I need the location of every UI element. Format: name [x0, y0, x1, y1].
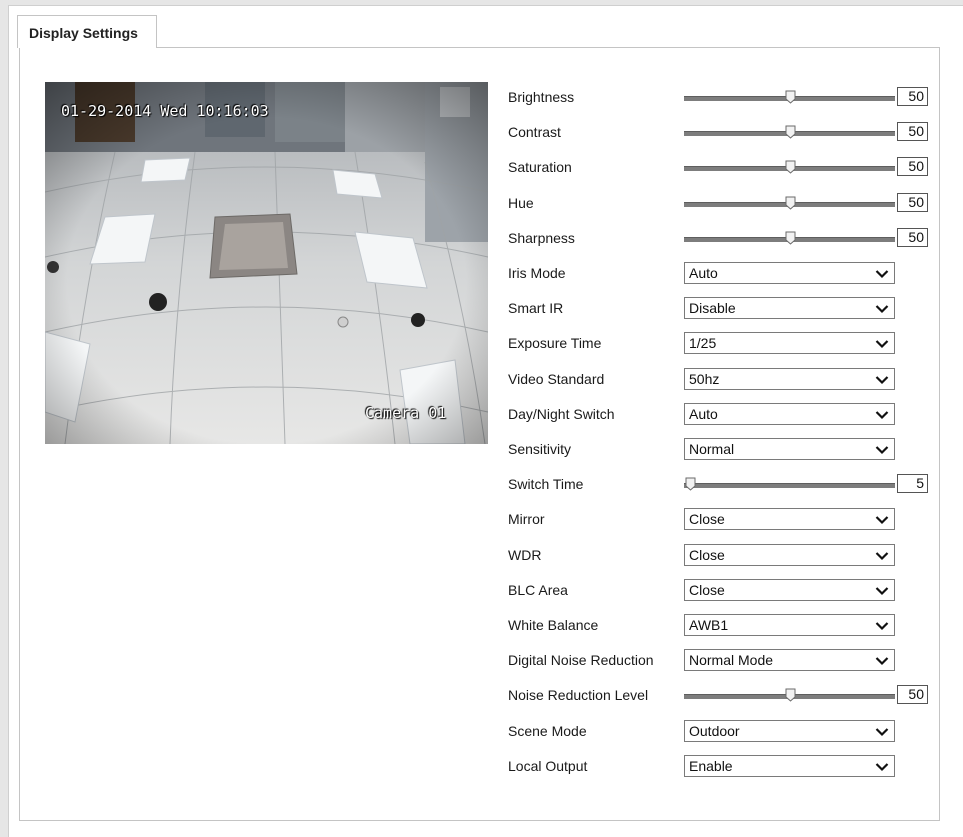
osd-camera-name: Camera 01	[365, 404, 447, 422]
switch-time-value-input[interactable]: 5	[897, 474, 928, 493]
digital-noise-reduction-select[interactable]: Normal Mode	[684, 649, 895, 671]
mirror-label: Mirror	[508, 511, 545, 527]
chevron-down-icon[interactable]	[875, 586, 889, 596]
white-balance-selected-value: AWB1	[689, 617, 729, 633]
scene-mode-select[interactable]: Outdoor	[684, 720, 895, 742]
noise-reduction-level-slider-thumb[interactable]	[785, 688, 796, 702]
switch-time-slider-thumb[interactable]	[685, 477, 696, 491]
chevron-down-icon[interactable]	[875, 410, 889, 420]
wdr-label: WDR	[508, 547, 542, 563]
switch-time-slider-track[interactable]	[684, 483, 895, 488]
chevron-down-icon[interactable]	[875, 762, 889, 772]
brightness-value-input[interactable]: 50	[897, 87, 928, 106]
mirror-select[interactable]: Close	[684, 508, 895, 530]
smart-ir-selected-value: Disable	[689, 300, 736, 316]
saturation-slider[interactable]: 50	[684, 156, 936, 180]
chevron-down-icon[interactable]	[875, 727, 889, 737]
switch-time-label: Switch Time	[508, 476, 584, 492]
noise-reduction-level-label: Noise Reduction Level	[508, 687, 649, 703]
chevron-down-icon[interactable]	[875, 375, 889, 385]
saturation-value-input[interactable]: 50	[897, 157, 928, 176]
day-night-switch-label: Day/Night Switch	[508, 406, 615, 422]
switch-time-slider[interactable]: 5	[684, 473, 936, 497]
local-output-label: Local Output	[508, 758, 588, 774]
chevron-down-icon[interactable]	[875, 515, 889, 525]
white-balance-label: White Balance	[508, 617, 599, 633]
chevron-down-icon[interactable]	[875, 445, 889, 455]
sensitivity-select[interactable]: Normal	[684, 438, 895, 460]
exposure-time-label: Exposure Time	[508, 335, 602, 351]
sharpness-slider[interactable]: 50	[684, 227, 936, 251]
wdr-select[interactable]: Close	[684, 544, 895, 566]
white-balance-select[interactable]: AWB1	[684, 614, 895, 636]
blc-area-label: BLC Area	[508, 582, 568, 598]
hue-slider-thumb[interactable]	[785, 196, 796, 210]
day-night-switch-select[interactable]: Auto	[684, 403, 895, 425]
chevron-down-icon[interactable]	[875, 269, 889, 279]
camera-preview: 01-29-2014 Wed 10:16:03 Camera 01	[45, 82, 488, 444]
osd-datetime: 01-29-2014 Wed 10:16:03	[61, 102, 269, 120]
local-output-select[interactable]: Enable	[684, 755, 895, 777]
wdr-selected-value: Close	[689, 547, 725, 563]
exposure-time-select[interactable]: 1/25	[684, 332, 895, 354]
sensitivity-label: Sensitivity	[508, 441, 572, 457]
sharpness-label: Sharpness	[508, 230, 575, 246]
hue-slider[interactable]: 50	[684, 192, 936, 216]
blc-area-selected-value: Close	[689, 582, 725, 598]
scene-mode-label: Scene Mode	[508, 723, 587, 739]
sharpness-slider-thumb[interactable]	[785, 231, 796, 245]
tab-display-settings[interactable]: Display Settings	[17, 15, 157, 48]
video-standard-select[interactable]: 50hz	[684, 368, 895, 390]
digital-noise-reduction-label: Digital Noise Reduction	[508, 652, 654, 668]
smart-ir-label: Smart IR	[508, 300, 564, 316]
brightness-slider[interactable]: 50	[684, 86, 936, 110]
smart-ir-select[interactable]: Disable	[684, 297, 895, 319]
camera-image	[45, 82, 488, 444]
blc-area-select[interactable]: Close	[684, 579, 895, 601]
contrast-slider-thumb[interactable]	[785, 125, 796, 139]
video-standard-label: Video Standard	[508, 371, 605, 387]
noise-reduction-level-slider[interactable]: 50	[684, 684, 936, 708]
local-output-selected-value: Enable	[689, 758, 733, 774]
chevron-down-icon[interactable]	[875, 551, 889, 561]
chevron-down-icon[interactable]	[875, 304, 889, 314]
iris-mode-select[interactable]: Auto	[684, 262, 895, 284]
contrast-slider[interactable]: 50	[684, 121, 936, 145]
hue-value-input[interactable]: 50	[897, 193, 928, 212]
exposure-time-selected-value: 1/25	[689, 335, 717, 351]
tab-label: Display Settings	[29, 25, 138, 41]
chevron-down-icon[interactable]	[875, 656, 889, 666]
contrast-label: Contrast	[508, 124, 561, 140]
brightness-label: Brightness	[508, 89, 575, 105]
scene-mode-selected-value: Outdoor	[689, 723, 740, 739]
video-standard-selected-value: 50hz	[689, 371, 720, 387]
saturation-label: Saturation	[508, 159, 572, 175]
iris-mode-label: Iris Mode	[508, 265, 566, 281]
iris-mode-selected-value: Auto	[689, 265, 718, 281]
chevron-down-icon[interactable]	[875, 339, 889, 349]
chevron-down-icon[interactable]	[875, 621, 889, 631]
sharpness-value-input[interactable]: 50	[897, 228, 928, 247]
brightness-slider-thumb[interactable]	[785, 90, 796, 104]
mirror-selected-value: Close	[689, 511, 725, 527]
digital-noise-reduction-selected-value: Normal Mode	[689, 652, 774, 668]
saturation-slider-thumb[interactable]	[785, 160, 796, 174]
contrast-value-input[interactable]: 50	[897, 122, 928, 141]
day-night-switch-selected-value: Auto	[689, 406, 718, 422]
noise-reduction-level-value-input[interactable]: 50	[897, 685, 928, 704]
sensitivity-selected-value: Normal	[689, 441, 735, 457]
hue-label: Hue	[508, 195, 534, 211]
